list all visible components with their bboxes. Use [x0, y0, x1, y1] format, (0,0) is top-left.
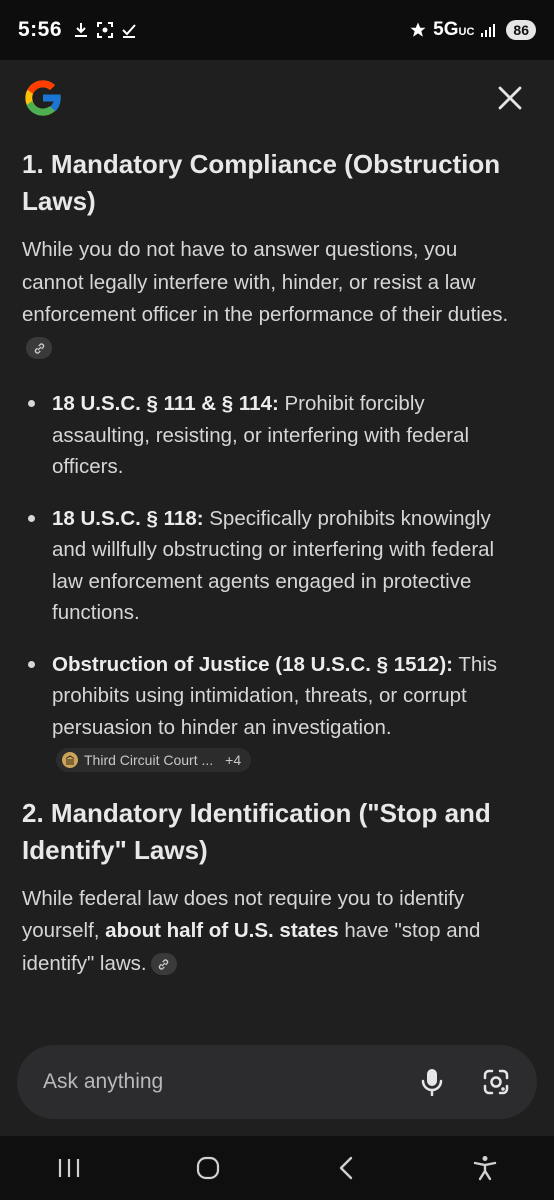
list-item: 18 U.S.C. § 118: Specifically prohibits … [22, 503, 522, 629]
list-item-bold: Obstruction of Justice (18 U.S.C. § 1512… [52, 652, 453, 676]
section-1-intro: While you do not have to answer question… [22, 234, 522, 364]
network-label: 5G [433, 19, 459, 40]
screenshot-icon [97, 22, 114, 38]
back-button[interactable] [321, 1143, 371, 1193]
link-icon [158, 958, 169, 970]
close-icon [498, 86, 522, 110]
google-lens-icon [483, 1069, 509, 1095]
header [0, 60, 554, 136]
home-icon [196, 1156, 219, 1180]
list-item: Obstruction of Justice (18 U.S.C. § 1512… [22, 649, 522, 775]
section-1-title: 1. Mandatory Compliance (Obstruction Law… [22, 149, 501, 216]
status-right: 5GUC 86 [409, 19, 536, 41]
source-chip[interactable]: Third Circuit Court ... +4 [56, 747, 252, 772]
ask-bar [17, 1045, 537, 1119]
battery-indicator: 86 [506, 20, 536, 40]
answer-content: 1. Mandatory Compliance (Obstruction Law… [22, 146, 522, 980]
network-indicator: 5GUC [433, 19, 474, 41]
link-icon [34, 342, 44, 354]
list-item: 18 U.S.C. § 111 & § 114: Prohibit forcib… [22, 388, 522, 483]
recent-apps-icon [59, 1159, 80, 1177]
recent-apps-button[interactable] [44, 1143, 94, 1193]
status-time: 5:56 [18, 18, 63, 41]
list-item-bold: 18 U.S.C. § 118: [52, 506, 204, 530]
back-icon [340, 1156, 353, 1180]
source-chip-count: +4 [225, 751, 242, 768]
signal-icon [481, 24, 496, 37]
notification-icons [72, 21, 138, 39]
citation-link-button[interactable] [26, 337, 52, 360]
status-left: 5:56 [18, 18, 138, 42]
citation-link-button[interactable] [150, 953, 177, 976]
microphone-icon [421, 1069, 443, 1096]
section-2-intro-bold: about half of U.S. states [105, 919, 339, 942]
section-2-title: 2. Mandatory Identification ("Stop and I… [22, 797, 491, 865]
source-chip-label: Third Circuit Court ... [84, 751, 214, 768]
system-nav-bar [0, 1136, 554, 1200]
courthouse-icon [62, 751, 78, 768]
accessibility-icon [473, 1156, 496, 1181]
section-1-intro-text: While you do not have to answer question… [22, 238, 509, 326]
voice-input-button[interactable] [417, 1067, 447, 1097]
close-button[interactable] [490, 78, 530, 118]
obstruction-laws-list: 18 U.S.C. § 111 & § 114: Prohibit forcib… [22, 388, 522, 775]
section-2-intro: While federal law does not require you t… [22, 883, 522, 981]
google-g-icon [25, 80, 62, 116]
download-icon [75, 23, 88, 37]
ask-input[interactable] [43, 1070, 417, 1094]
accessibility-button[interactable] [460, 1143, 510, 1193]
check-icon [122, 24, 136, 38]
lens-button[interactable] [481, 1067, 511, 1097]
list-item-bold: 18 U.S.C. § 111 & § 114: [52, 392, 279, 415]
star-icon [410, 22, 426, 37]
network-sub-label: UC [458, 26, 475, 38]
status-bar: 5:56 5GUC 86 [0, 0, 554, 60]
home-button[interactable] [183, 1143, 233, 1193]
